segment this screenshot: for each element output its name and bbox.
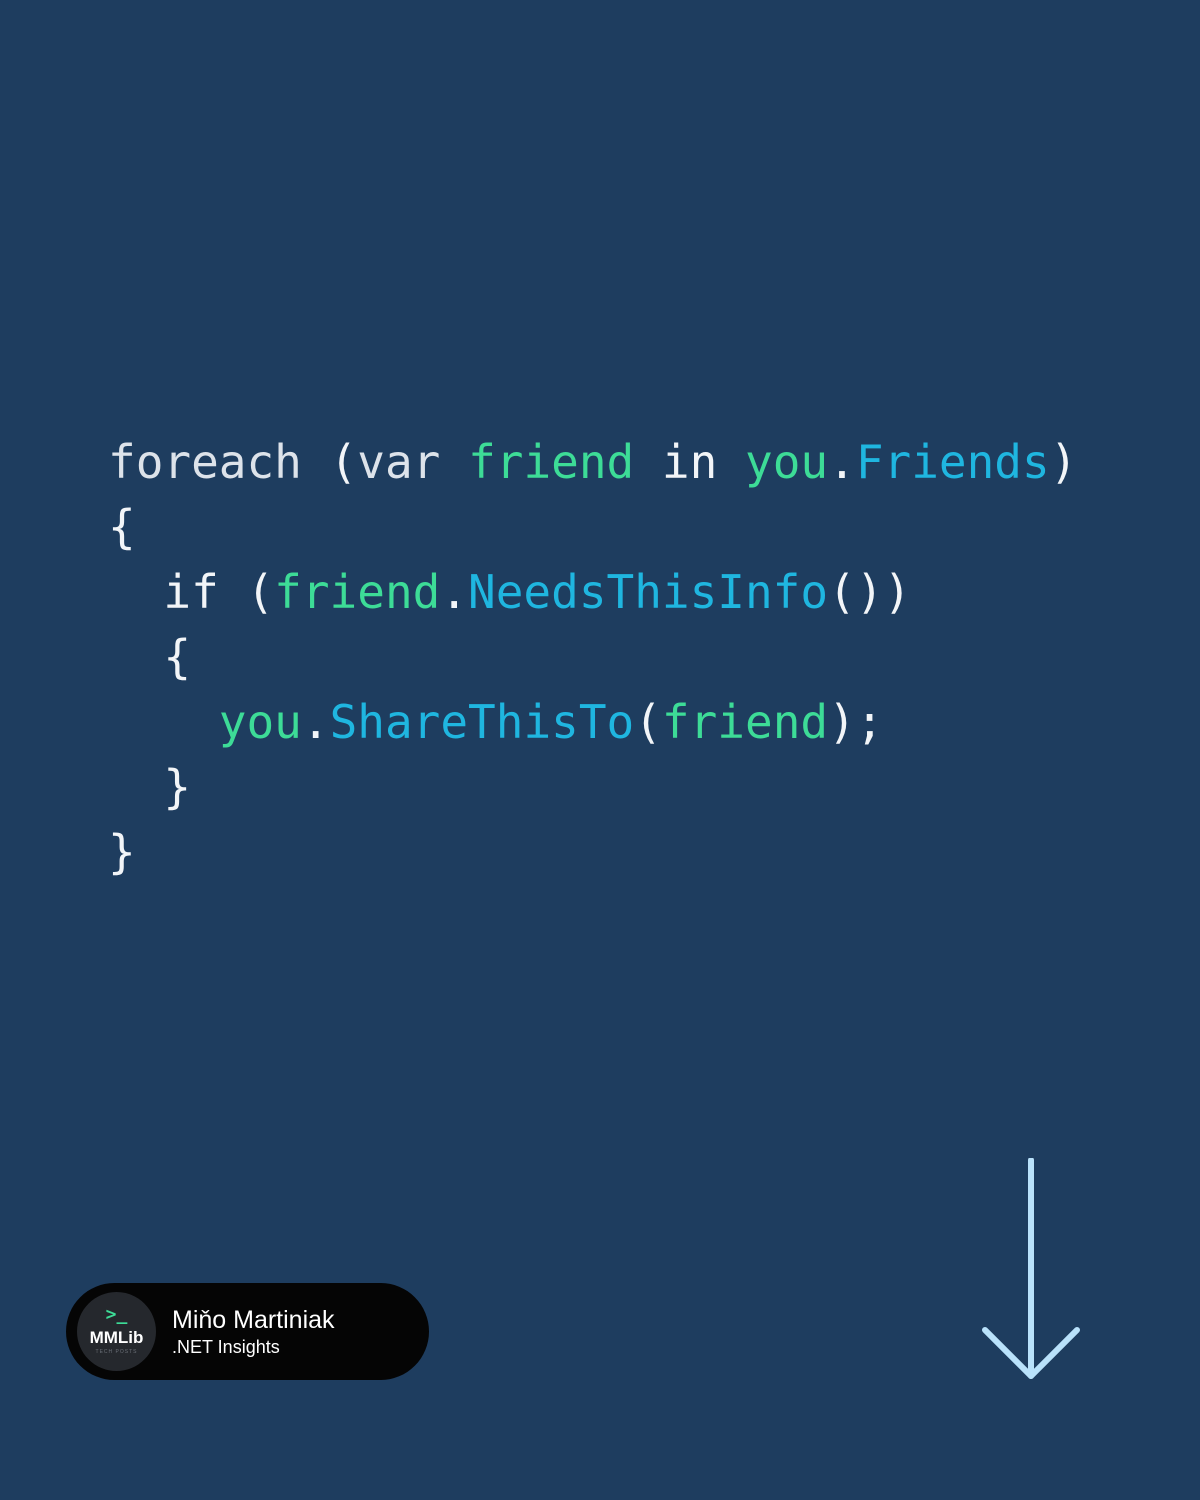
code-line: } (108, 820, 1077, 885)
author-tagline: .NET Insights (172, 1337, 280, 1357)
code-line: you.ShareThisTo(friend); (108, 690, 1077, 755)
code-token: { (108, 630, 192, 684)
code-line: { (108, 625, 1077, 690)
author-name: Miňo Martiniak (172, 1306, 335, 1334)
code-token: foreach (108, 435, 302, 489)
code-token: . (828, 435, 856, 489)
code-token: friend (274, 565, 441, 619)
code-token: you (745, 435, 829, 489)
code-token: ); (828, 695, 884, 749)
code-line: } (108, 755, 1077, 820)
code-token: ()) (828, 565, 912, 619)
code-token: } (108, 760, 192, 814)
code-token: ) (1049, 435, 1078, 489)
code-token: ( (634, 695, 662, 749)
mmlib-logo: >_ MMLib TECH POSTS (77, 1292, 156, 1371)
arrow-down-icon[interactable] (980, 1157, 1084, 1388)
code-token: friend (661, 695, 829, 749)
code-token: you (218, 695, 302, 749)
code-token: NeedsThisInfo (468, 565, 829, 619)
code-line: foreach (var friend in you.Friends) (108, 430, 1077, 495)
code-token: friend (468, 435, 635, 489)
code-token: } (108, 825, 136, 879)
code-token: Friends (855, 435, 1050, 489)
terminal-prompt-icon: >_ (105, 1304, 128, 1325)
code-line: if (friend.NeedsThisInfo()) (108, 560, 1077, 625)
code-token: . (440, 565, 469, 619)
code-token: in (634, 435, 746, 489)
code-token: ( (301, 435, 358, 489)
code-token: { (108, 500, 136, 554)
author-badge: >_ MMLib TECH POSTS Miňo Martiniak .NET … (66, 1283, 429, 1380)
code-block: foreach (var friend in you.Friends){ if … (108, 430, 1077, 885)
code-token: var (357, 435, 441, 489)
code-token: ShareThisTo (329, 695, 635, 749)
code-token: if ( (108, 565, 275, 619)
logo-wordmark: MMLib (89, 1328, 144, 1347)
code-line: { (108, 495, 1077, 560)
code-token: . (301, 695, 330, 749)
logo-subtext: TECH POSTS (95, 1349, 138, 1355)
